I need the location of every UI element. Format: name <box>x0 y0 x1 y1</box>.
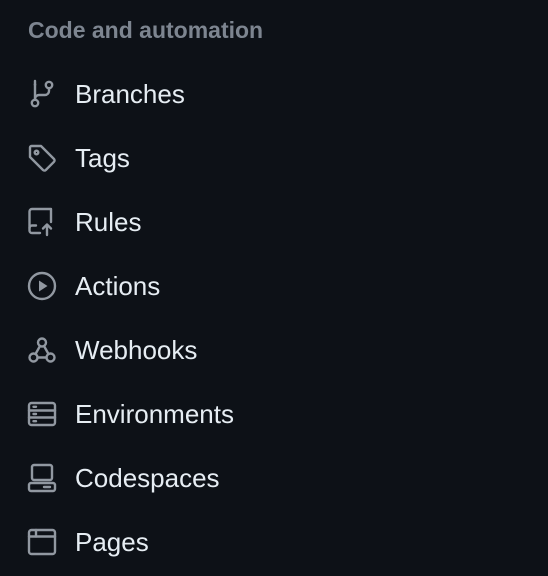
sidebar-item-tags[interactable]: Tags <box>0 126 548 190</box>
sidebar-item-branches[interactable]: Branches <box>0 62 548 126</box>
sidebar-item-environments[interactable]: Environments <box>0 382 548 446</box>
server-icon <box>26 398 58 430</box>
git-branch-icon <box>26 78 58 110</box>
sidebar-item-pages[interactable]: Pages <box>0 510 548 574</box>
sidebar-item-label: Pages <box>75 527 149 557</box>
sidebar-item-actions[interactable]: Actions <box>0 254 548 318</box>
repo-push-icon <box>26 206 58 238</box>
sidebar-item-label: Branches <box>75 79 185 109</box>
sidebar-item-webhooks[interactable]: Webhooks <box>0 318 548 382</box>
browser-icon <box>26 526 58 558</box>
section-heading: Code and automation <box>28 17 264 43</box>
sidebar-item-codespaces[interactable]: Codespaces <box>0 446 548 510</box>
tag-icon <box>26 142 58 174</box>
webhook-icon <box>26 334 58 366</box>
play-icon <box>26 270 58 302</box>
settings-sidebar: Code and automation Branches Tags Rules … <box>0 0 548 576</box>
sidebar-item-rules[interactable]: Rules <box>0 190 548 254</box>
nav-list: Branches Tags Rules Actions Webhooks Env… <box>0 62 548 574</box>
codespaces-icon <box>26 462 58 494</box>
sidebar-item-label: Actions <box>75 271 161 301</box>
sidebar-item-label: Tags <box>75 143 130 173</box>
sidebar-item-label: Webhooks <box>75 335 198 365</box>
sidebar-item-label: Rules <box>75 207 142 237</box>
sidebar-item-label: Environments <box>75 399 234 429</box>
sidebar-item-label: Codespaces <box>75 463 220 493</box>
